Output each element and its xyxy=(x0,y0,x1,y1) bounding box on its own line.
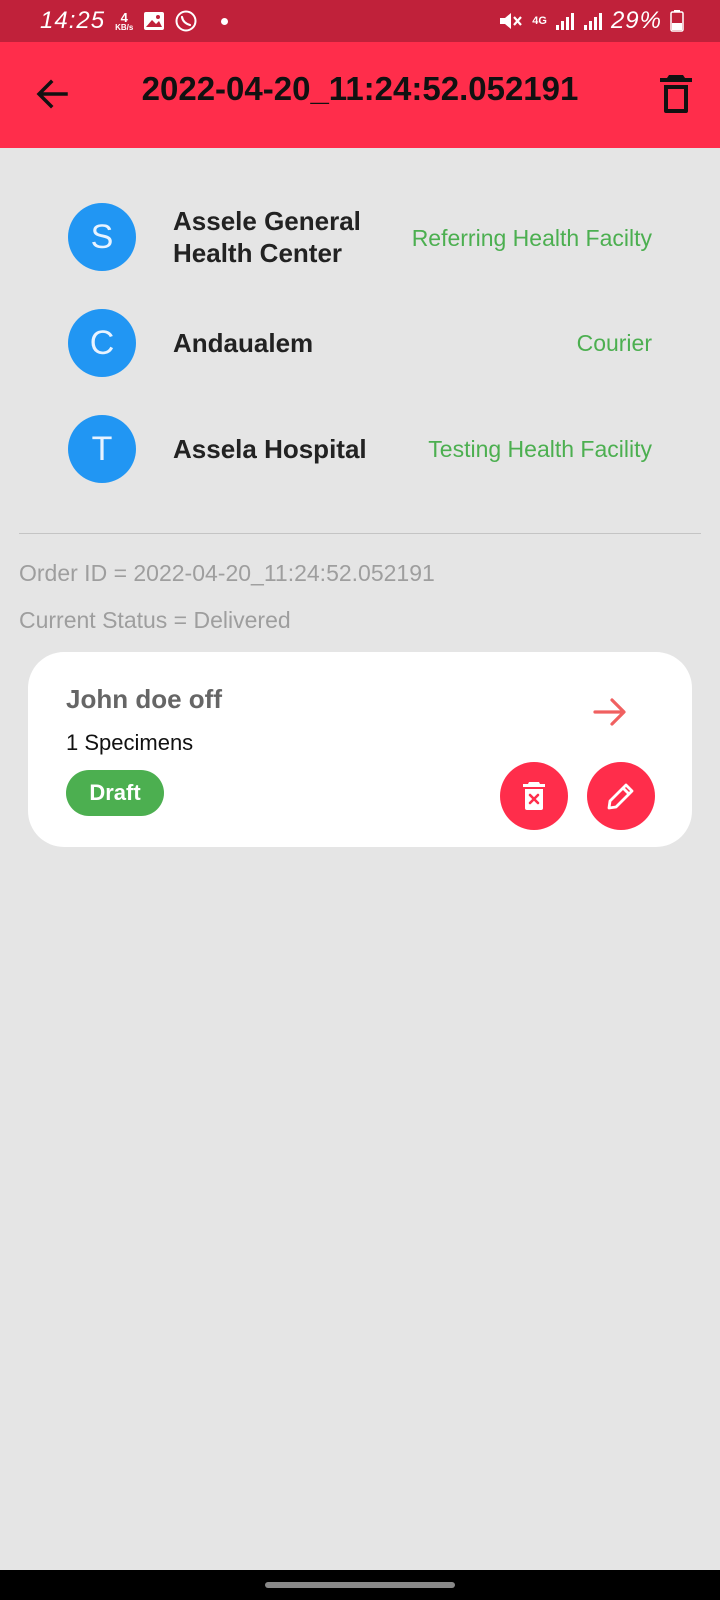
arrow-right-icon xyxy=(593,698,626,726)
status-right: 4G 29% xyxy=(498,7,684,35)
status-bar: 14:25 4 KB/s 4G 29% xyxy=(0,0,720,42)
party-name: Andaualem xyxy=(173,328,314,358)
signal-icon xyxy=(555,13,574,30)
avatar: C xyxy=(68,309,136,377)
trash-x-icon xyxy=(523,782,545,810)
status-time: 14:25 xyxy=(40,7,106,34)
call-icon xyxy=(175,10,197,32)
specimen-card[interactable]: John doe off 1 Specimens Draft xyxy=(28,652,692,847)
home-handle[interactable] xyxy=(265,1582,455,1588)
status-badge: Draft xyxy=(66,770,164,816)
party-referring: S Assele General Health Center Referring… xyxy=(0,198,720,278)
specimen-count: 1 Specimens xyxy=(66,730,194,755)
avatar: T xyxy=(68,415,136,483)
delete-card-button[interactable] xyxy=(500,762,568,830)
edit-card-button[interactable] xyxy=(587,762,655,830)
network-type: 4G xyxy=(532,15,547,27)
network-speed-value: 4 xyxy=(120,9,128,25)
divider xyxy=(19,533,701,534)
party-role: Testing Health Facility xyxy=(428,436,652,462)
navigation-bar xyxy=(0,1570,720,1600)
avatar: S xyxy=(68,203,136,271)
pencil-icon xyxy=(607,783,634,810)
party-name: Assela Hospital xyxy=(173,434,367,464)
battery-icon xyxy=(670,10,684,32)
network-speed-unit: KB/s xyxy=(115,22,134,32)
page-title: 2022-04-20_11:24:52.052191 xyxy=(141,70,579,107)
order-status: Current Status = Delivered xyxy=(19,607,291,633)
order-id: Order ID = 2022-04-20_11:24:52.052191 xyxy=(19,560,435,586)
trash-icon xyxy=(660,75,692,113)
party-name: Assele General Health Center xyxy=(173,206,361,268)
open-card-button[interactable] xyxy=(590,692,630,732)
party-role: Courier xyxy=(576,330,652,356)
status-left: 14:25 4 KB/s xyxy=(40,7,229,35)
party-testing: T Assela Hospital Testing Health Facilit… xyxy=(0,408,720,488)
card-title: John doe off xyxy=(66,684,222,714)
party-courier: C Andaualem Courier xyxy=(0,303,720,383)
notification-dot-icon xyxy=(221,17,229,25)
gallery-icon xyxy=(144,12,165,30)
battery-percent: 29% xyxy=(610,7,662,34)
mute-icon xyxy=(500,13,523,29)
signal-icon xyxy=(583,13,602,30)
network-speed: 4 KB/s xyxy=(115,11,133,32)
app-bar: 2022-04-20_11:24:52.052191 xyxy=(0,42,720,148)
party-role: Referring Health Facilty xyxy=(411,225,652,251)
delete-order-button[interactable] xyxy=(656,72,696,116)
